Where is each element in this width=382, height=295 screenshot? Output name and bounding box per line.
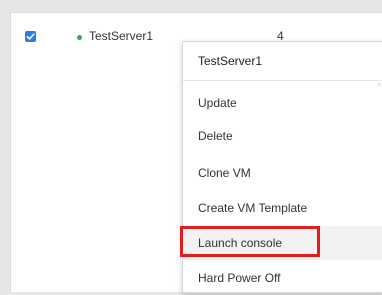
context-menu: TestServer1 ^ Update Delete Clone VM Cre…	[180, 41, 382, 295]
row-checkbox[interactable]	[25, 31, 36, 42]
menu-item-label: Delete	[198, 129, 233, 143]
menu-item-label: Clone VM	[198, 166, 251, 180]
context-menu-header: TestServer1	[183, 42, 382, 81]
menu-item-hard-power-off[interactable]: Hard Power Off	[183, 261, 382, 295]
menu-item-label: Update	[198, 96, 237, 110]
menu-item-update[interactable]: Update	[183, 86, 382, 120]
menu-item-label: Create VM Template	[198, 201, 308, 215]
menu-item-create-vm-template[interactable]: Create VM Template	[183, 191, 382, 225]
menu-item-label: Launch console	[198, 236, 283, 250]
context-menu-title: TestServer1	[198, 54, 263, 68]
menu-item-label: Hard Power Off	[198, 271, 281, 285]
checkmark-icon	[26, 33, 35, 40]
menu-item-clone-vm[interactable]: Clone VM	[183, 156, 382, 190]
status-dot-icon	[77, 35, 82, 40]
server-name[interactable]: TestServer1	[89, 29, 153, 43]
menu-item-launch-console[interactable]: Launch console	[180, 226, 382, 260]
menu-item-delete[interactable]: Delete	[183, 119, 382, 153]
